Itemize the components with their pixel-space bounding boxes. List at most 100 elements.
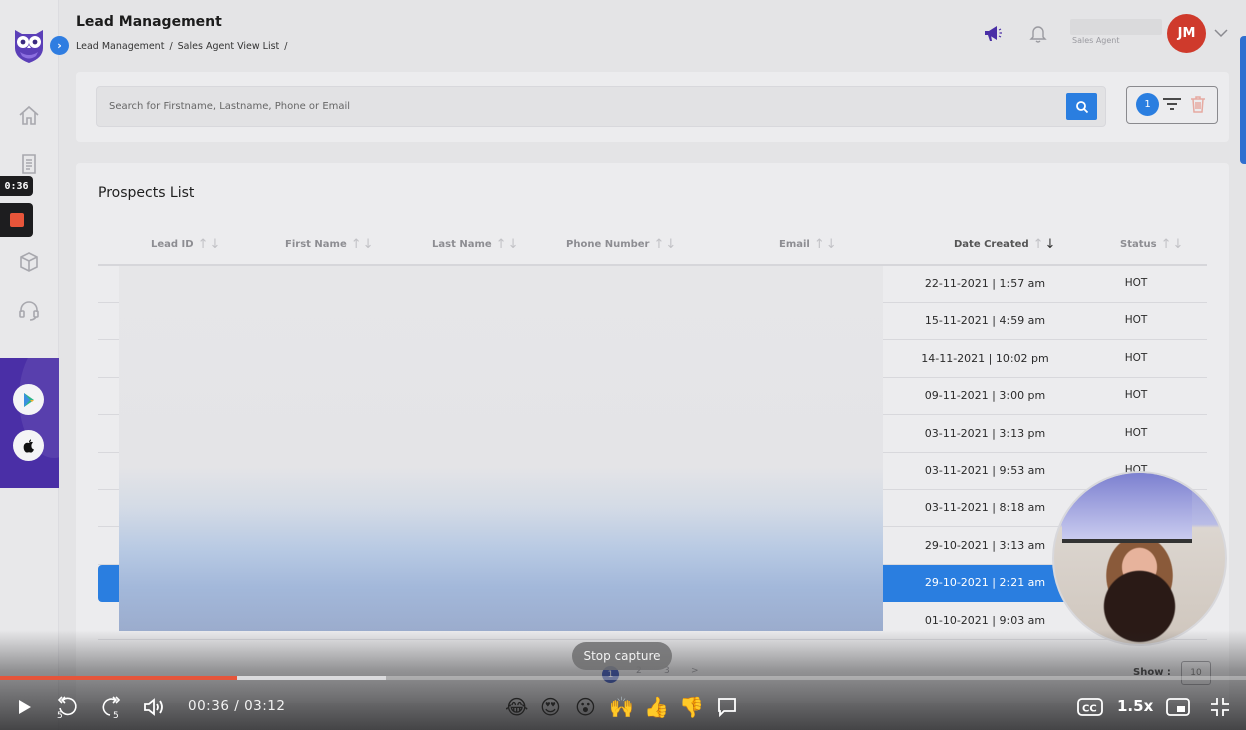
volume-button[interactable] [141, 694, 167, 720]
sort-arrows-icon[interactable]: ↑ ↓ [496, 237, 519, 252]
side-drawer-tab[interactable] [1240, 36, 1246, 164]
apple-icon [23, 438, 34, 453]
sort-ascending-icon[interactable]: ↑ [496, 237, 507, 252]
forward-5-button[interactable]: 5 [98, 694, 124, 720]
forward-5-icon: 5 [102, 696, 121, 719]
sort-arrows-icon[interactable]: ↑ ↓ [1161, 237, 1184, 252]
column-header-date-created[interactable]: Date Created ↑ ↓ [954, 237, 1055, 252]
cell-date-created: 09-11-2021 | 3:00 pm [924, 389, 1046, 403]
column-header-label: Email [779, 239, 810, 250]
play-icon [19, 700, 31, 714]
sort-descending-icon[interactable]: ↓ [826, 237, 837, 252]
user-name-redacted [1070, 19, 1162, 35]
reaction-raised-hands[interactable]: 🙌 [609, 694, 634, 720]
column-header-label: Last Name [432, 239, 492, 250]
column-header-first-name[interactable]: First Name ↑ ↓ [285, 237, 374, 252]
rewind-5-button[interactable]: 5 [54, 694, 80, 720]
home-icon[interactable] [17, 104, 41, 128]
comment-icon [718, 698, 736, 718]
trash-icon[interactable] [1189, 94, 1207, 114]
google-play-icon [23, 392, 34, 407]
column-header-last-name[interactable]: Last Name ↑ ↓ [432, 237, 518, 252]
cell-status: HOT [1124, 314, 1148, 327]
volume-icon [144, 698, 163, 716]
recording-timer: 0:36 [0, 176, 33, 196]
cell-date-created: 22-11-2021 | 1:57 am [924, 277, 1046, 290]
reaction-surprised[interactable]: 😮 [575, 694, 596, 720]
sort-descending-icon[interactable]: ↓ [363, 237, 374, 252]
picture-in-picture-button[interactable] [1164, 694, 1192, 720]
captions-button[interactable]: CC [1076, 694, 1104, 720]
sort-arrows-icon[interactable]: ↑ ↓ [653, 237, 676, 252]
apple-store-button[interactable] [13, 430, 44, 461]
presenter-webcam[interactable] [1052, 471, 1227, 646]
user-avatar[interactable]: JM [1167, 14, 1206, 53]
breadcrumb-separator: / [169, 41, 173, 52]
chevron-down-icon[interactable] [1213, 26, 1229, 40]
reaction-heart-eyes[interactable]: 😍 [540, 694, 561, 720]
sort-ascending-icon[interactable]: ↑ [198, 237, 209, 252]
sort-arrows-icon[interactable]: ↑ ↓ [814, 237, 837, 252]
redacted-lead-details [119, 266, 883, 631]
sort-ascending-icon[interactable]: ↑ [1033, 237, 1044, 252]
column-header-phone-number[interactable]: Phone Number ↑ ↓ [566, 237, 676, 252]
sort-descending-icon[interactable]: ↓ [1045, 237, 1056, 252]
sort-arrows-icon[interactable]: ↑ ↓ [351, 237, 374, 252]
video-progress-bar[interactable] [0, 676, 1246, 680]
sort-descending-icon[interactable]: ↓ [508, 237, 519, 252]
sort-ascending-icon[interactable]: ↑ [1161, 237, 1172, 252]
sort-arrows-icon[interactable]: ↑ ↓ [198, 237, 221, 252]
column-header-status[interactable]: Status ↑ ↓ [1120, 237, 1183, 252]
box-icon[interactable] [17, 250, 41, 274]
sidebar [0, 0, 59, 730]
cell-date-created: 14-11-2021 | 10:02 pm [921, 351, 1049, 365]
play-button[interactable] [12, 694, 36, 720]
prospects-list-title: Prospects List [98, 185, 195, 201]
search-input[interactable] [96, 86, 1106, 127]
sort-ascending-icon[interactable]: ↑ [653, 237, 664, 252]
reaction-thumbs-down[interactable]: 👎 [679, 694, 704, 720]
headset-support-icon[interactable] [17, 298, 41, 322]
page-size-select[interactable]: 10 [1181, 661, 1211, 685]
rewind-5-icon: 5 [57, 696, 77, 719]
filter-icon[interactable] [1162, 96, 1182, 112]
breadcrumb-item-sales-agent-view-list[interactable]: Sales Agent View List [178, 41, 280, 52]
video-time: 00:36 / 03:12 [188, 698, 285, 714]
owl-logo-icon[interactable] [12, 26, 46, 64]
column-header-label: Lead ID [151, 239, 194, 250]
background-screen [1062, 473, 1192, 543]
megaphone-announcement-icon[interactable] [982, 22, 1004, 44]
app-store-panel [0, 358, 59, 488]
sort-descending-icon[interactable]: ↓ [1173, 237, 1184, 252]
sort-ascending-icon[interactable]: ↑ [814, 237, 825, 252]
closed-captions-icon: CC [1077, 698, 1103, 716]
reaction-laugh[interactable]: 😂 [505, 694, 528, 720]
sidebar-expand-button[interactable]: › [50, 36, 69, 55]
column-header-lead-id[interactable]: Lead ID ↑ ↓ [151, 237, 220, 252]
google-play-button[interactable] [13, 384, 44, 415]
sort-descending-icon[interactable]: ↓ [209, 237, 220, 252]
breadcrumb: Lead Management / Sales Agent View List … [76, 41, 287, 52]
stop-capture-tooltip[interactable]: Stop capture [572, 642, 672, 670]
chevron-right-icon: › [57, 39, 62, 52]
pagination-next[interactable]: > [691, 666, 699, 676]
svg-text:CC: CC [1082, 704, 1097, 715]
column-header-label: Phone Number [566, 239, 650, 250]
bell-notification-icon[interactable] [1027, 22, 1049, 44]
stop-recording-button[interactable] [0, 203, 33, 237]
sort-descending-icon[interactable]: ↓ [665, 237, 676, 252]
cell-status: HOT [1124, 426, 1148, 439]
exit-fullscreen-button[interactable] [1208, 694, 1232, 720]
column-header-email[interactable]: Email ↑ ↓ [779, 237, 837, 252]
sort-ascending-icon[interactable]: ↑ [351, 237, 362, 252]
cell-date-created: 03-11-2021 | 3:13 pm [924, 426, 1046, 440]
breadcrumb-item-lead-management[interactable]: Lead Management [76, 41, 164, 52]
comment-button[interactable] [714, 694, 740, 720]
search-button[interactable] [1066, 93, 1097, 120]
playback-speed-button[interactable]: 1.5x [1117, 697, 1153, 715]
reaction-thumbs-up[interactable]: 👍 [644, 694, 669, 720]
document-icon[interactable] [17, 152, 41, 176]
sort-arrows-icon[interactable]: ↑ ↓ [1033, 237, 1056, 252]
column-header-label: Status [1120, 239, 1157, 250]
cell-date-created: 01-10-2021 | 9:03 am [924, 613, 1046, 627]
